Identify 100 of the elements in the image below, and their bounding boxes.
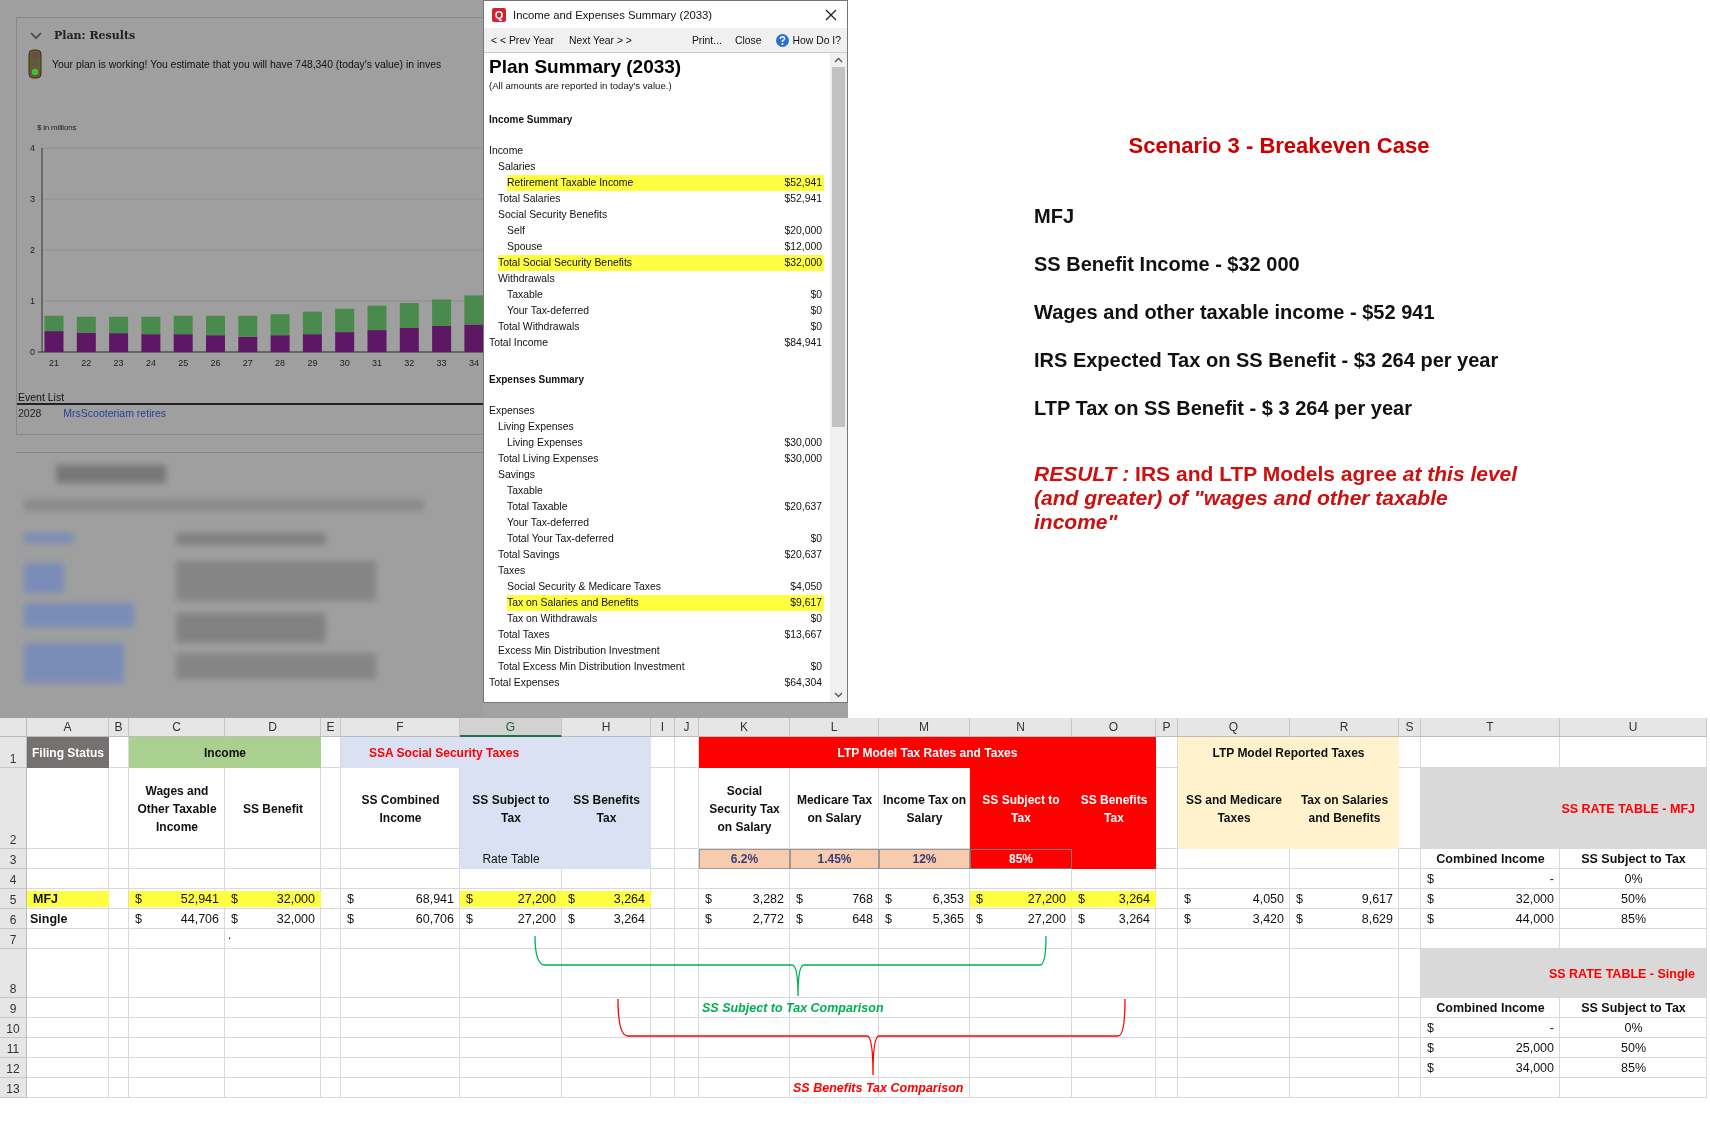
scroll-up-icon[interactable] [834, 57, 843, 63]
table-cell: Rate Table [460, 849, 562, 869]
column-header[interactable]: E [321, 718, 341, 737]
column-header[interactable]: P [1156, 718, 1178, 737]
close-icon[interactable] [825, 8, 837, 21]
chart-bar [335, 332, 355, 352]
chart-bar [173, 334, 193, 352]
column-header[interactable]: U [1560, 718, 1707, 737]
column-header[interactable]: T [1421, 718, 1560, 737]
report-row-text: Your Tax-deferred [507, 516, 591, 530]
report-row-text: Taxes [498, 564, 527, 578]
axis-label: 23 [113, 358, 124, 368]
row-header[interactable]: 2 [0, 768, 27, 849]
row-header[interactable]: 1 [0, 737, 27, 768]
table-cell-text: $ 2,772 [704, 911, 785, 928]
report-row-text: Total Income $84,941 [489, 336, 822, 350]
axis-label: 31 [372, 358, 382, 368]
row-header[interactable]: 7 [0, 929, 27, 949]
scrollbar[interactable] [830, 53, 847, 702]
axis-label: 28 [275, 358, 286, 368]
chart-bar [206, 315, 225, 336]
column-header[interactable]: F [341, 718, 460, 737]
chart-bar [399, 328, 419, 352]
report-row-text: Taxable [507, 484, 544, 498]
table-cell: $ 3,264 [562, 891, 651, 907]
column-header[interactable]: B [109, 718, 129, 737]
row-header[interactable]: 3 [0, 849, 27, 869]
row-header[interactable]: 13 [0, 1078, 27, 1098]
column-header[interactable]: N [970, 718, 1072, 737]
nav-link[interactable]: Next Year > > [568, 34, 632, 46]
scenario-line: SS Benefit Income - $32 000 [1033, 253, 1301, 277]
axis-label: 33 [436, 358, 447, 368]
report-row-text: Excess Min Distribution Investment [498, 644, 661, 658]
scroll-down-icon[interactable] [834, 692, 843, 698]
report-row-text: Salaries [498, 160, 537, 174]
row-header[interactable]: 4 [0, 869, 27, 889]
table-cell: $ 3,264 [1072, 891, 1156, 907]
report-row-text: Total Taxes $13,667 [498, 628, 822, 642]
toolbar-link[interactable]: Close [734, 34, 762, 46]
column-title: SS Subject to Tax [1580, 851, 1687, 868]
column-header[interactable]: K [699, 718, 790, 737]
report-row-text: Total Living Expenses $30,000 [498, 452, 822, 466]
row-header[interactable]: 12 [0, 1058, 27, 1078]
table-cell-text: $ 3,420 [1183, 911, 1285, 928]
group-header: SSA Social Security Taxes [341, 737, 651, 768]
column-header[interactable]: J [675, 718, 699, 737]
column-title: Social Security Tax on Salary [708, 782, 781, 836]
column-header[interactable]: Q [1178, 718, 1290, 737]
column-header[interactable]: M [879, 718, 970, 737]
row-header[interactable]: 10 [0, 1018, 27, 1038]
column-header[interactable]: A [27, 718, 109, 737]
table-cell-text: $ - [1426, 1020, 1555, 1037]
column-header[interactable]: L [790, 718, 879, 737]
section-heading: Expenses Summary [489, 373, 586, 387]
report-heading: Plan Summary (2033) [489, 55, 683, 79]
row-header[interactable]: 5 [0, 889, 27, 909]
chart-bar [44, 331, 64, 352]
row-header[interactable]: 8 [0, 949, 27, 998]
axis-label: 0 [30, 347, 35, 357]
rate-cell: 6.2% [699, 849, 790, 869]
section-heading: Income Summary [489, 113, 574, 127]
group-header: LTP Model Tax Rates and Taxes [699, 737, 1156, 768]
chart-bar [44, 315, 64, 332]
row-header[interactable]: 11 [0, 1038, 27, 1058]
chart-bar [76, 316, 96, 333]
report-row-text: Withdrawals [498, 272, 556, 286]
help-link[interactable]: How Do I? [776, 33, 841, 47]
column-header[interactable]: D [225, 718, 321, 737]
column-title: SS Benefits Tax [562, 768, 651, 849]
column-header[interactable]: C [129, 718, 225, 737]
report-row-text: Taxable $0 [507, 288, 822, 302]
chevron-icon[interactable] [30, 31, 42, 40]
table-cell-text: 85% [1620, 1060, 1647, 1077]
report-row-text: Total Salaries $52,941 [498, 192, 822, 206]
chart-bar [141, 316, 161, 335]
toolbar-link[interactable]: Print... [691, 34, 722, 46]
column-title: SS and Medicare Taxes [1178, 768, 1290, 849]
column-header[interactable]: G [460, 718, 562, 737]
table-cell-text: $ 68,941 [346, 891, 455, 908]
table-cell-text: $ 44,706 [134, 911, 220, 928]
panel-title: Plan: Results [54, 29, 136, 42]
table-cell-text: $ 8,629 [1295, 911, 1394, 928]
chart-bar [206, 335, 225, 352]
chart-bar [367, 305, 387, 331]
row-header[interactable]: 6 [0, 909, 27, 929]
table-cell-text: $ 6,353 [884, 891, 965, 908]
traffic-light-icon [26, 49, 44, 79]
column-header[interactable]: R [1290, 718, 1399, 737]
rate-cell: 85% [970, 849, 1072, 869]
row-header[interactable]: 9 [0, 998, 27, 1018]
nav-link[interactable]: < < Prev Year [491, 34, 554, 46]
column-header[interactable]: S [1399, 718, 1421, 737]
column-header[interactable]: H [562, 718, 651, 737]
report-row-text: Tax on Withdrawals $0 [507, 612, 822, 626]
table-cell-text: $ 32,000 [230, 911, 316, 928]
column-header[interactable]: I [651, 718, 675, 737]
status-message: Your plan is working! You estimate that you will have 748,340 (today's value) in inves [52, 58, 442, 70]
group-header: Income [129, 737, 321, 768]
column-header[interactable]: O [1072, 718, 1156, 737]
event-link[interactable]: MrsScooteriam retires [63, 407, 167, 419]
